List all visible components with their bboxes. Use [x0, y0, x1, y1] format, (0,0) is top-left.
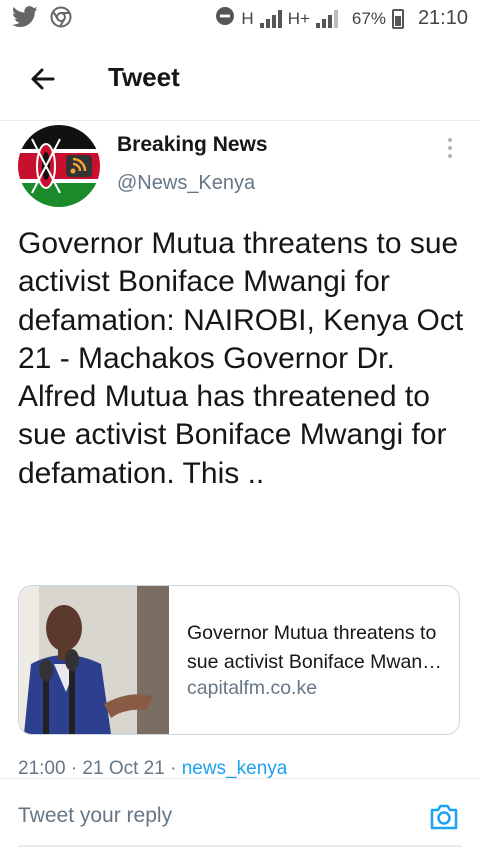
do-not-disturb-icon: [215, 6, 235, 31]
camera-icon[interactable]: [428, 801, 460, 833]
clock: 21:10: [417, 7, 468, 29]
reply-input[interactable]: Tweet your reply: [18, 804, 172, 828]
card-title: Governor Mutua threatens to sue activist…: [187, 622, 438, 673]
tweet-meta: 21:00 · 21 Oct 21 · news_kenya: [18, 758, 287, 778]
signal-icon: [315, 9, 338, 28]
author-name[interactable]: Breaking News: [117, 133, 268, 157]
twitter-icon: [12, 6, 38, 33]
arrow-left-icon[interactable]: [26, 62, 60, 96]
article-thumbnail: [19, 586, 169, 734]
network-type-1: H: [241, 8, 254, 28]
reply-underline: [18, 845, 462, 847]
top-app-bar: Tweet: [0, 38, 480, 121]
author-handle[interactable]: @News_Kenya: [117, 172, 255, 195]
chrome-icon: [50, 6, 72, 33]
page-title: Tweet: [108, 62, 180, 92]
card-domain: capitalfm.co.ke: [187, 677, 318, 699]
status-bar: H H+ 67% 21:10: [0, 0, 480, 38]
signal-icon: [259, 9, 282, 28]
link-card[interactable]: Governor Mutua threatens to sue activist…: [18, 585, 460, 735]
battery-percent: 67%: [351, 8, 386, 28]
battery-icon: [391, 8, 404, 29]
more-options-icon[interactable]: [440, 136, 460, 160]
avatar[interactable]: [18, 125, 100, 207]
tweet-text: Governor Mutua threatens to sue activist…: [18, 227, 464, 490]
network-type-2: H+: [287, 8, 310, 28]
tweet-timestamp: 21:00 · 21 Oct 21 ·: [18, 758, 182, 778]
reply-bar: Tweet your reply: [0, 778, 480, 855]
tweet-source-link[interactable]: news_kenya: [182, 758, 288, 778]
